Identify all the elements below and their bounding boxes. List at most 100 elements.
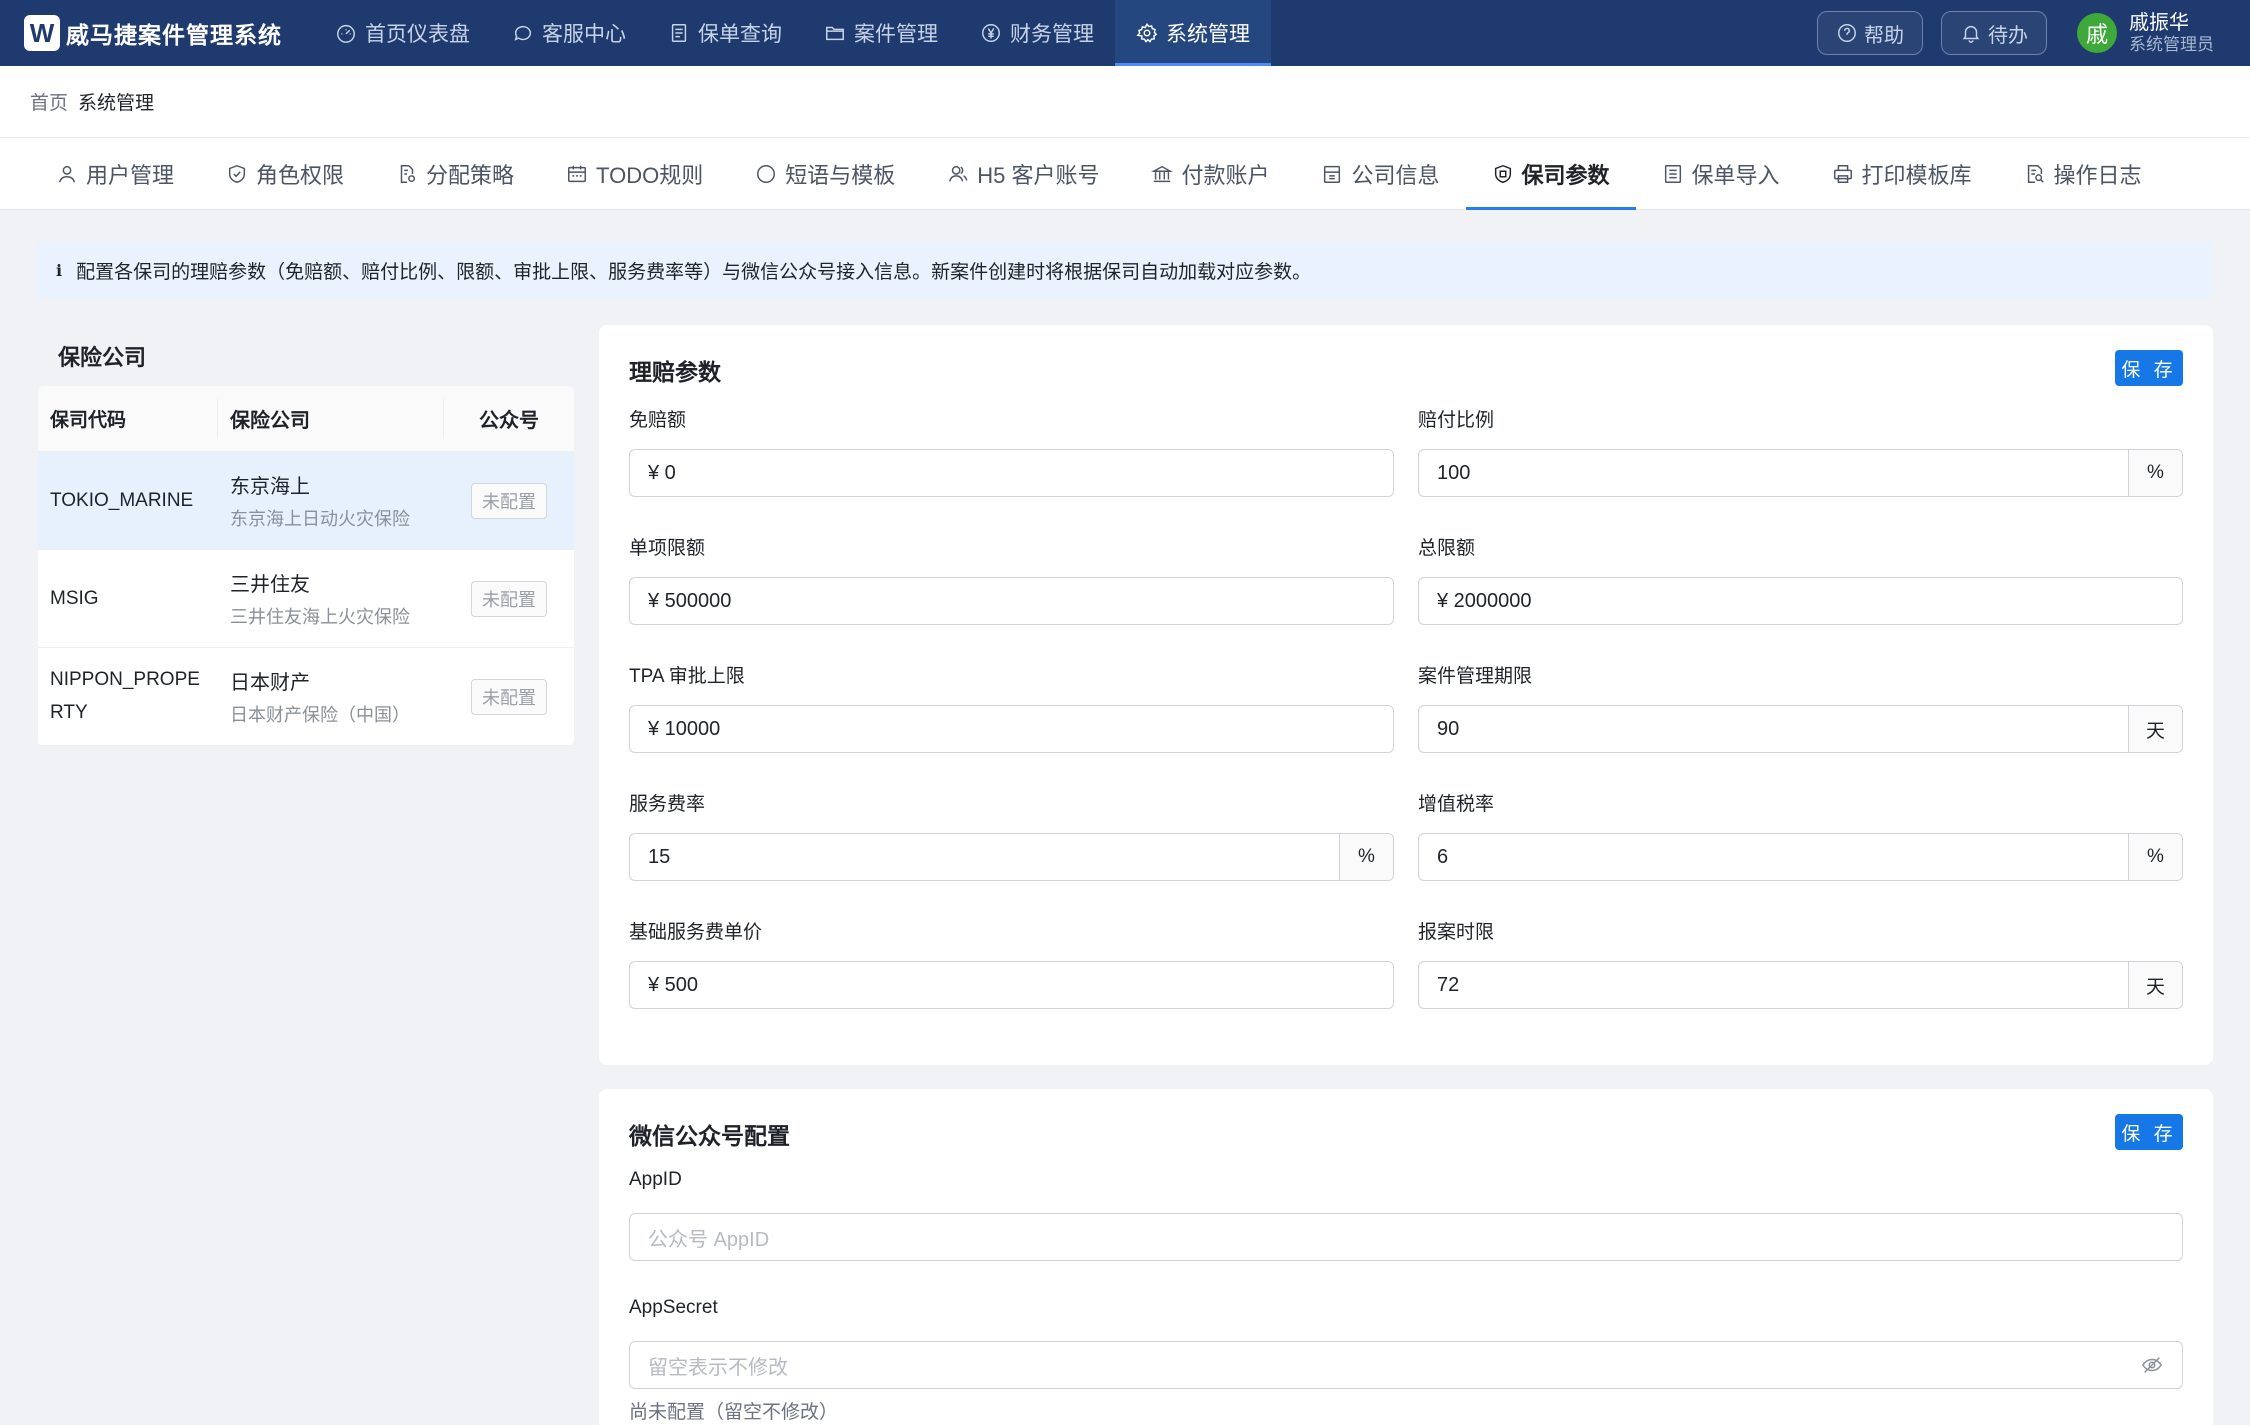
tab-label: 角色权限	[256, 162, 345, 188]
printer-icon	[1833, 164, 1852, 183]
insurer-name-cell: 东京海上 东京海上日动火灾保险	[218, 470, 444, 531]
nav-item-finance[interactable]: 财务管理	[959, 0, 1115, 66]
report-limit-input[interactable]: 72 天	[1418, 961, 2183, 1009]
input-value: 72	[1437, 973, 1460, 996]
field-label: 服务费率	[629, 794, 706, 815]
input-suffix: %	[1339, 834, 1393, 880]
table-header: 保司代码 保险公司 公众号	[38, 386, 574, 452]
insurer-code: NIPPON_PROPE RTY	[38, 664, 218, 729]
input-placeholder: 留空表示不修改	[648, 1356, 788, 1379]
appsecret-field: AppSecret 留空表示不修改 尚未配置（留空不修改）	[629, 1297, 2183, 1424]
bell-icon	[1962, 25, 1980, 43]
tab-policy-import[interactable]: 保单导入	[1636, 138, 1806, 209]
todo-button[interactable]: 待办	[1941, 11, 2047, 55]
input-value: 15	[648, 845, 671, 868]
import-list-icon	[1664, 164, 1681, 183]
table-row[interactable]: NIPPON_PROPE RTY 日本财产 日本财产保险（中国） 未配置	[38, 648, 574, 746]
save-button[interactable]: 保 存	[2115, 350, 2183, 386]
breadcrumb-home[interactable]: 首页	[30, 88, 68, 115]
card-title: 微信公众号配置	[629, 1123, 790, 1149]
nav-label: 系统管理	[1166, 23, 1250, 46]
input-suffix: %	[2128, 834, 2182, 880]
base-fee-input[interactable]: ¥ 500	[629, 961, 1394, 1009]
tab-company-info[interactable]: 公司信息	[1295, 138, 1465, 209]
nav-item-dashboard[interactable]: 首页仪表盘	[314, 0, 491, 66]
input-suffix: 天	[2128, 706, 2182, 752]
status-badge: 未配置	[471, 678, 547, 715]
insurer-name-cell: 日本财产 日本财产保险（中国）	[218, 666, 444, 727]
total-limit-input[interactable]: ¥ 2000000	[1418, 577, 2183, 625]
field-label: AppSecret	[629, 1297, 718, 1318]
field-label: 单项限额	[629, 538, 706, 559]
input-suffix: %	[2128, 450, 2182, 496]
info-text: 配置各保司的理赔参数（免赔额、赔付比例、限额、审批上限、服务费率等）与微信公众号…	[76, 261, 1312, 283]
gear-icon	[1136, 22, 1158, 43]
avatar[interactable]: 戚	[2077, 13, 2117, 53]
tab-h5-accounts[interactable]: H5 客户账号	[921, 138, 1125, 209]
nav-item-customer-service[interactable]: 客服中心	[491, 0, 647, 66]
tab-operation-log[interactable]: 操作日志	[1998, 138, 2168, 209]
single-limit-input[interactable]: ¥ 500000	[629, 577, 1394, 625]
tab-todo-rules[interactable]: TODO规则	[540, 138, 729, 209]
input-suffix: 天	[2128, 962, 2182, 1008]
case-period-field: 案件管理期限 90 天	[1418, 661, 2183, 753]
top-navbar: W 威马捷案件管理系统 首页仪表盘 客服中心 保单查询 案件管理 财务管理 系统…	[0, 0, 2250, 66]
tab-assignment-strategy[interactable]: 分配策略	[370, 138, 540, 209]
shield-check-icon	[228, 164, 246, 183]
status-badge: 未配置	[471, 580, 547, 617]
service-rate-field: 服务费率 15%	[629, 789, 1394, 881]
settings-tabs: 用户管理 角色权限 分配策略 TODO规则 短语与模板 H5 客户账号 付款账户…	[0, 138, 2250, 210]
file-settings-icon	[400, 164, 416, 183]
tab-print-templates[interactable]: 打印模板库	[1806, 138, 1998, 209]
todo-label: 待办	[1988, 24, 2028, 47]
nav-item-policy-query[interactable]: 保单查询	[647, 0, 803, 66]
nav-label: 保单查询	[698, 23, 782, 46]
insurer-code: TOKIO_MARINE	[50, 489, 194, 511]
field-label: 总限额	[1418, 538, 1476, 559]
message-dots-icon	[757, 164, 776, 183]
question-icon	[1838, 24, 1856, 42]
insurer-name: 日本财产	[230, 672, 310, 694]
tab-phrases-templates[interactable]: 短语与模板	[729, 138, 921, 209]
user-info[interactable]: 戚振华 系统管理员	[2129, 11, 2214, 55]
payout-ratio-input[interactable]: 100%	[1418, 449, 2183, 497]
app-logo[interactable]: W 威马捷案件管理系统	[24, 15, 314, 51]
table-row[interactable]: TOKIO_MARINE 东京海上 东京海上日动火灾保险 未配置	[38, 452, 574, 550]
wechat-status-cell: 未配置	[444, 678, 574, 715]
vat-rate-input[interactable]: 6%	[1418, 833, 2183, 881]
table-row[interactable]: MSIG 三井住友 三井住友海上火灾保险 未配置	[38, 550, 574, 648]
service-rate-input[interactable]: 15%	[629, 833, 1394, 881]
user-role: 系统管理员	[2129, 34, 2214, 54]
users-icon	[949, 165, 968, 182]
tab-insurer-params[interactable]: 保司参数	[1465, 138, 1636, 210]
top-right-area: 帮助 待办 戚 戚振华 系统管理员	[1817, 0, 2250, 66]
save-button[interactable]: 保 存	[2115, 1114, 2183, 1150]
tab-payment-accounts[interactable]: 付款账户	[1125, 138, 1295, 209]
appsecret-input[interactable]: 留空表示不修改	[629, 1341, 2183, 1389]
tab-label: 保单导入	[1691, 162, 1780, 188]
chat-icon	[514, 25, 531, 41]
wechat-status-cell: 未配置	[444, 580, 574, 617]
deductible-input[interactable]: ¥ 0	[629, 449, 1394, 497]
tab-user-management[interactable]: 用户管理	[30, 138, 200, 209]
nav-item-system[interactable]: 系统管理	[1115, 0, 1271, 66]
input-value: ¥ 500000	[648, 589, 732, 612]
insurance-shield-icon	[1494, 164, 1511, 183]
eye-off-icon[interactable]	[2122, 1354, 2182, 1376]
input-value: 90	[1437, 717, 1460, 740]
insurer-code-line: NIPPON_PROPE	[50, 669, 200, 691]
input-value: ¥ 500	[648, 973, 699, 996]
field-label: 增值税率	[1418, 794, 1495, 815]
appid-input[interactable]: 公众号 AppID	[629, 1213, 2183, 1261]
case-period-input[interactable]: 90 天	[1418, 705, 2183, 753]
info-icon: i	[56, 260, 63, 280]
info-banner: i 配置各保司的理赔参数（免赔额、赔付比例、限额、审批上限、服务费率等）与微信公…	[36, 242, 2213, 298]
help-button[interactable]: 帮助	[1817, 11, 1923, 55]
card-title: 理赔参数	[629, 359, 721, 385]
nav-item-case-management[interactable]: 案件管理	[803, 0, 959, 66]
tab-label: 付款账户	[1181, 162, 1270, 188]
input-value: ¥ 10000	[648, 717, 721, 740]
tab-label: 用户管理	[86, 162, 175, 188]
tpa-limit-input[interactable]: ¥ 10000	[629, 705, 1394, 753]
tab-role-permissions[interactable]: 角色权限	[200, 138, 370, 209]
